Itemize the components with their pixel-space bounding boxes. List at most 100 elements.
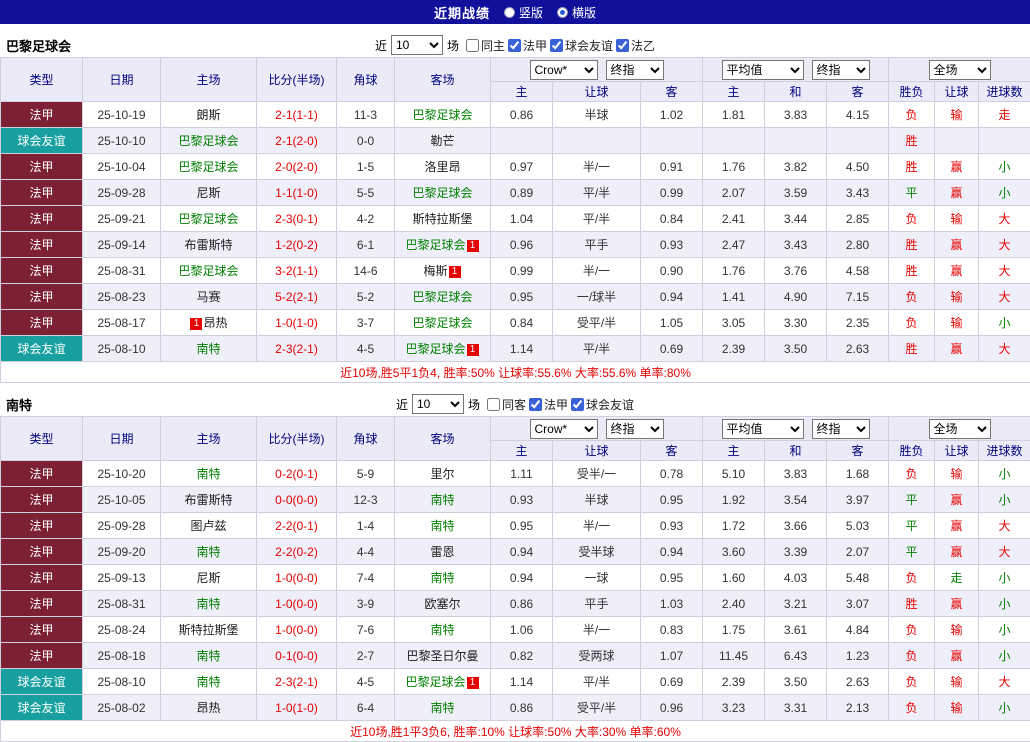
- result-handicap: 输: [935, 284, 979, 310]
- home-team[interactable]: 巴黎足球会: [178, 212, 238, 226]
- asian-handicap: 半/一: [553, 258, 641, 284]
- filter-bar: 近 10 场 同客法甲球会友谊: [396, 394, 634, 414]
- match-score: 1-0(1-0): [257, 695, 337, 721]
- filter-checkbox-input[interactable]: [487, 398, 500, 411]
- home-team[interactable]: 南特: [196, 675, 220, 689]
- filter-checkbox-input[interactable]: [508, 39, 521, 52]
- asian-handicap: 平/半: [553, 206, 641, 232]
- away-team[interactable]: 梅斯: [423, 264, 447, 278]
- filter-checkbox[interactable]: 法乙: [616, 37, 655, 54]
- away-team[interactable]: 里尔: [430, 467, 454, 481]
- away-team[interactable]: 巴黎足球会: [412, 186, 472, 200]
- team-name: 南特: [6, 395, 32, 414]
- away-team[interactable]: 南特: [430, 701, 454, 715]
- home-team[interactable]: 南特: [196, 649, 220, 663]
- home-team[interactable]: 图卢兹: [190, 519, 226, 533]
- result-outcome: 胜: [889, 232, 935, 258]
- away-team[interactable]: 雷恩: [430, 545, 454, 559]
- match-score: 1-0(0-0): [257, 591, 337, 617]
- euro-away-odds: 3.43: [827, 180, 889, 206]
- filter-checkbox-input[interactable]: [466, 39, 479, 52]
- match-scope-select[interactable]: 全场: [929, 60, 991, 80]
- result-outcome: 平: [889, 487, 935, 513]
- filter-checkbox[interactable]: 法甲: [508, 37, 547, 54]
- away-team[interactable]: 南特: [430, 493, 454, 507]
- away-team[interactable]: 巴黎足球会: [405, 675, 465, 689]
- result-outcome: 平: [889, 539, 935, 565]
- filter-label: 法甲: [523, 37, 547, 54]
- filter-checkbox[interactable]: 法甲: [529, 396, 568, 413]
- asian-odds-time-select[interactable]: 终指: [606, 419, 664, 439]
- away-team-cell: 巴黎足球会1: [395, 669, 491, 695]
- home-team[interactable]: 南特: [196, 342, 220, 356]
- euro-away-odds: 2.35: [827, 310, 889, 336]
- euro-draw-odds: 3.30: [765, 310, 827, 336]
- asian-handicap: 平手: [553, 591, 641, 617]
- home-team[interactable]: 巴黎足球会: [178, 134, 238, 148]
- filter-checkbox-input[interactable]: [571, 398, 584, 411]
- home-team[interactable]: 南特: [196, 467, 220, 481]
- match-date: 25-08-02: [83, 695, 161, 721]
- away-team[interactable]: 斯特拉斯堡: [412, 212, 472, 226]
- bookmaker-select[interactable]: Crow*: [530, 419, 598, 439]
- home-team[interactable]: 巴黎足球会: [178, 264, 238, 278]
- home-team[interactable]: 南特: [196, 597, 220, 611]
- layout-radio-horizontal[interactable]: 横版: [557, 4, 596, 21]
- euro-away-odds: 2.63: [827, 336, 889, 362]
- match-score: 1-0(0-0): [257, 565, 337, 591]
- match-score: 0-2(0-1): [257, 461, 337, 487]
- result-outcome: 负: [889, 565, 935, 591]
- layout-radio-vertical[interactable]: 竖版: [504, 4, 543, 21]
- away-team[interactable]: 巴黎圣日尔曼: [406, 649, 478, 663]
- away-team[interactable]: 南特: [430, 623, 454, 637]
- filter-checkbox[interactable]: 球会友谊: [550, 37, 613, 54]
- home-team[interactable]: 南特: [196, 545, 220, 559]
- away-team[interactable]: 南特: [430, 571, 454, 585]
- home-team-cell: 布雷斯特: [161, 232, 257, 258]
- filter-checkbox[interactable]: 球会友谊: [571, 396, 634, 413]
- away-team[interactable]: 欧塞尔: [424, 597, 460, 611]
- filter-checkboxes: 同客法甲球会友谊: [484, 396, 634, 413]
- away-team-cell: 梅斯1: [395, 258, 491, 284]
- away-team[interactable]: 勒芒: [430, 134, 454, 148]
- away-team[interactable]: 巴黎足球会: [412, 108, 472, 122]
- home-team[interactable]: 尼斯: [196, 186, 220, 200]
- away-team[interactable]: 巴黎足球会: [412, 316, 472, 330]
- col-asian-away: 客: [641, 441, 703, 461]
- home-team[interactable]: 昂热: [203, 316, 227, 330]
- match-score: 2-3(0-1): [257, 206, 337, 232]
- away-team[interactable]: 巴黎足球会: [405, 342, 465, 356]
- filter-checkbox[interactable]: 同主: [466, 37, 505, 54]
- recent-count-select[interactable]: 10: [391, 35, 443, 55]
- home-team[interactable]: 斯特拉斯堡: [178, 623, 238, 637]
- home-team[interactable]: 布雷斯特: [184, 493, 232, 507]
- asian-odds-time-select[interactable]: 终指: [606, 60, 664, 80]
- result-goals: 大: [979, 284, 1030, 310]
- filter-checkbox[interactable]: 同客: [487, 396, 526, 413]
- home-team[interactable]: 尼斯: [196, 571, 220, 585]
- away-team[interactable]: 巴黎足球会: [412, 290, 472, 304]
- filter-checkbox-input[interactable]: [550, 39, 563, 52]
- away-team[interactable]: 南特: [430, 519, 454, 533]
- away-team[interactable]: 洛里昂: [424, 160, 460, 174]
- home-team[interactable]: 巴黎足球会: [178, 160, 238, 174]
- asian-handicap: 一球: [553, 565, 641, 591]
- away-team[interactable]: 巴黎足球会: [405, 238, 465, 252]
- home-team[interactable]: 朗斯: [196, 108, 220, 122]
- recent-count-select[interactable]: 10: [412, 394, 464, 414]
- col-type: 类型: [1, 417, 83, 461]
- filter-checkbox-input[interactable]: [616, 39, 629, 52]
- match-row: 法甲25-09-20南特2-2(0-2)4-4雷恩0.94受半球0.943.60…: [1, 539, 1030, 565]
- filter-checkbox-input[interactable]: [529, 398, 542, 411]
- euro-away-odds: 2.85: [827, 206, 889, 232]
- home-team[interactable]: 布雷斯特: [184, 238, 232, 252]
- home-team[interactable]: 马赛: [196, 290, 220, 304]
- euro-avg-select[interactable]: 平均值: [722, 419, 804, 439]
- euro-odds-time-select[interactable]: 终指: [812, 60, 870, 80]
- match-scope-select[interactable]: 全场: [929, 419, 991, 439]
- match-row: 法甲25-08-171昂热1-0(1-0)3-7巴黎足球会0.84受平/半1.0…: [1, 310, 1030, 336]
- euro-odds-time-select[interactable]: 终指: [812, 419, 870, 439]
- bookmaker-select[interactable]: Crow*: [530, 60, 598, 80]
- home-team[interactable]: 昂热: [196, 701, 220, 715]
- euro-avg-select[interactable]: 平均值: [722, 60, 804, 80]
